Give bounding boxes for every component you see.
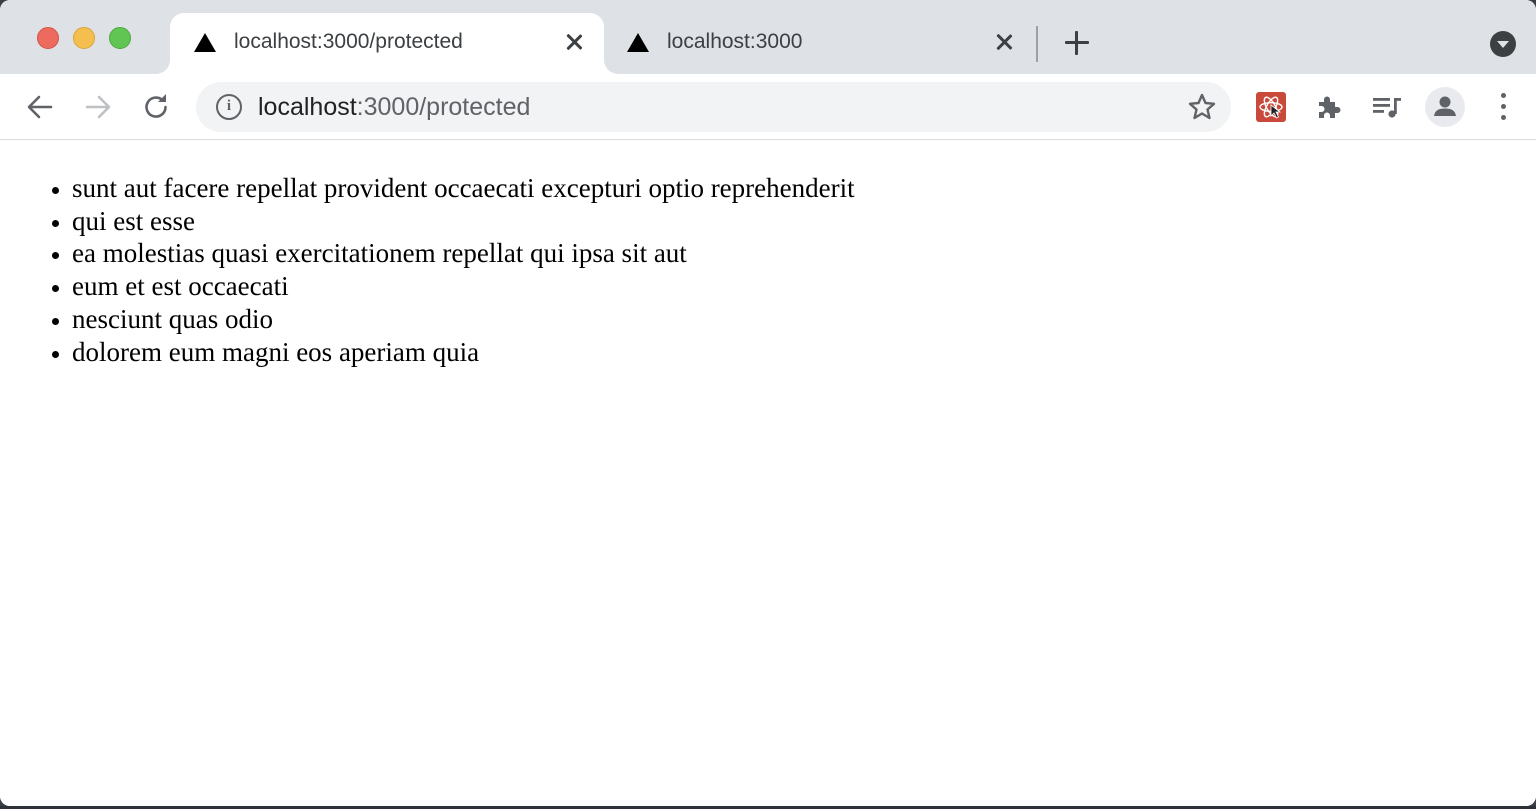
- person-icon: [1434, 96, 1456, 116]
- tab-title: localhost:3000: [667, 30, 803, 53]
- url-text[interactable]: localhost:3000/protected: [258, 93, 530, 122]
- triangle-icon: [194, 33, 216, 52]
- browser-toolbar: i localhost:3000/protected: [0, 74, 1536, 140]
- triangle-icon: [627, 33, 649, 52]
- list-item: qui est esse: [72, 205, 855, 238]
- post-list: sunt aut facere repellat provident occae…: [72, 172, 855, 368]
- page-content: sunt aut facere repellat provident occae…: [0, 141, 1536, 806]
- chrome-menu-button[interactable]: [1494, 91, 1512, 123]
- close-icon[interactable]: [992, 30, 1016, 54]
- back-button[interactable]: [23, 90, 57, 124]
- forward-button[interactable]: [81, 90, 115, 124]
- new-tab-button[interactable]: [1063, 29, 1091, 57]
- tab-home[interactable]: localhost:3000: [604, 13, 1034, 74]
- tab-divider: [1036, 26, 1038, 62]
- address-bar[interactable]: i localhost:3000/protected: [196, 82, 1231, 132]
- tab-title: localhost:3000/protected: [234, 30, 463, 53]
- browser-window: localhost:3000/protected localhost:3000 …: [0, 0, 1536, 806]
- info-icon[interactable]: i: [216, 94, 242, 120]
- list-item: sunt aut facere repellat provident occae…: [72, 172, 855, 205]
- close-icon[interactable]: [562, 30, 586, 54]
- list-item: ea molestias quasi exercitationem repell…: [72, 237, 855, 270]
- tab-strip: localhost:3000/protected localhost:3000: [0, 0, 1536, 74]
- list-item: eum et est occaecati: [72, 270, 855, 303]
- list-item: dolorem eum magni eos aperiam quia: [72, 336, 855, 369]
- profile-avatar[interactable]: [1425, 87, 1465, 127]
- window-close-button[interactable]: [37, 27, 59, 49]
- bookmark-star-icon[interactable]: [1187, 92, 1217, 122]
- react-devtools-icon[interactable]: [1256, 92, 1286, 122]
- puzzle-icon[interactable]: [1313, 91, 1345, 123]
- window-zoom-button[interactable]: [109, 27, 131, 49]
- window-minimize-button[interactable]: [73, 27, 95, 49]
- list-item: nesciunt quas odio: [72, 303, 855, 336]
- reload-button[interactable]: [139, 90, 173, 124]
- tab-protected[interactable]: localhost:3000/protected: [170, 13, 604, 74]
- tab-search-button[interactable]: [1490, 31, 1516, 57]
- media-queue-icon[interactable]: [1371, 91, 1403, 123]
